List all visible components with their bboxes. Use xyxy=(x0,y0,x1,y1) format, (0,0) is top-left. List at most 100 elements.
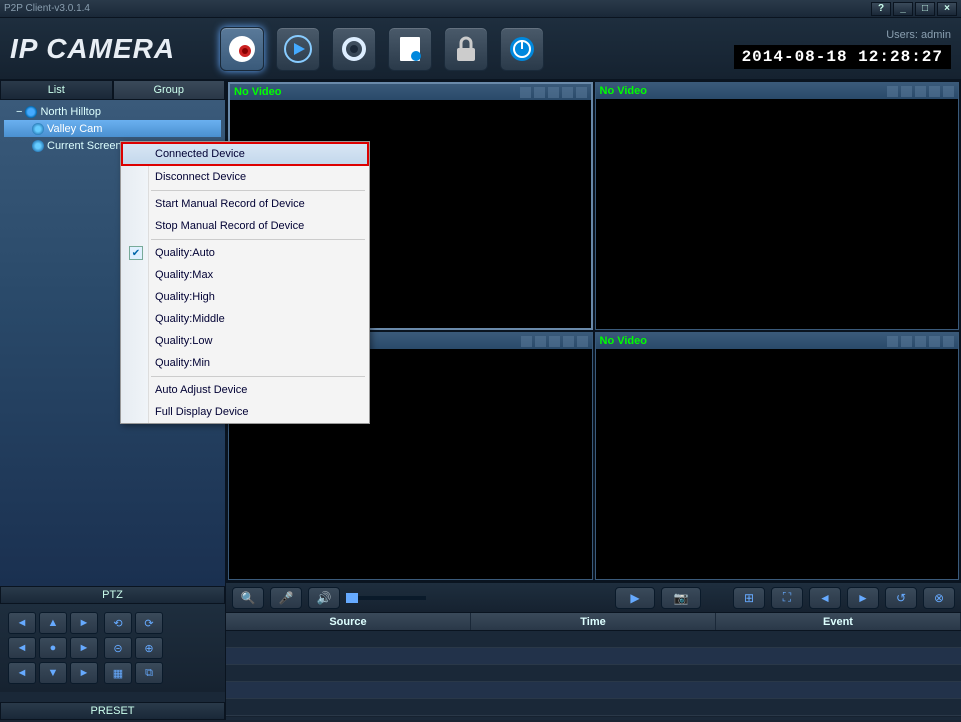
grid-layout-button[interactable]: ⊞ xyxy=(733,587,765,609)
minus-icon: − xyxy=(16,106,22,118)
ptz-down[interactable]: ▼ xyxy=(39,662,67,684)
globe-icon xyxy=(25,106,37,118)
ptz-left[interactable]: ◄ xyxy=(8,637,36,659)
log-button[interactable] xyxy=(388,27,432,71)
context-menu: Connected Device Disconnect Device Start… xyxy=(120,141,370,424)
document-icon xyxy=(396,34,424,64)
ptz-focus-far[interactable]: ⧉ xyxy=(135,662,163,684)
ptz-center[interactable]: ● xyxy=(39,637,67,659)
menu-quality-high[interactable]: Quality:High xyxy=(121,286,369,308)
eye-icon xyxy=(226,33,258,65)
prev-page-button[interactable]: ◄ xyxy=(809,587,841,609)
users-label: Users: admin xyxy=(734,29,951,41)
speaker-button[interactable]: 🔊 xyxy=(308,587,340,609)
ptz-zoom-out[interactable]: ⊝ xyxy=(104,637,132,659)
help-button[interactable]: ? xyxy=(871,2,891,16)
menu-separator xyxy=(151,376,365,377)
play-icon xyxy=(283,34,313,64)
ptz-rotate-cw[interactable]: ⟳ xyxy=(135,612,163,634)
ptz-down-right[interactable]: ► xyxy=(70,662,98,684)
tree-item-valley-cam[interactable]: Valley Cam xyxy=(4,120,221,137)
close-button[interactable]: × xyxy=(937,2,957,16)
menu-full-display[interactable]: Full Display Device xyxy=(121,401,369,423)
ptz-right[interactable]: ► xyxy=(70,637,98,659)
cell-snapshot-icon[interactable] xyxy=(915,336,926,347)
loop-button[interactable]: ↺ xyxy=(885,587,917,609)
menu-auto-adjust[interactable]: Auto Adjust Device xyxy=(121,379,369,401)
ptz-down-left[interactable]: ◄ xyxy=(8,662,36,684)
stop-all-button[interactable]: ⊗ xyxy=(923,587,955,609)
menu-quality-max[interactable]: Quality:Max xyxy=(121,264,369,286)
cell-close-icon[interactable] xyxy=(943,86,954,97)
cell-mic-icon[interactable] xyxy=(887,86,898,97)
cell-close-icon[interactable] xyxy=(577,336,588,347)
cell-close-icon[interactable] xyxy=(943,336,954,347)
maximize-button[interactable]: □ xyxy=(915,2,935,16)
menu-stop-record[interactable]: Stop Manual Record of Device xyxy=(121,215,369,237)
cell-speaker-icon[interactable] xyxy=(901,336,912,347)
ptz-zoom-in[interactable]: ⊕ xyxy=(135,637,163,659)
preset-section-label[interactable]: PRESET xyxy=(0,702,225,720)
ptz-focus-near[interactable]: ▦ xyxy=(104,662,132,684)
volume-slider[interactable] xyxy=(346,596,426,600)
next-page-button[interactable]: ► xyxy=(847,587,879,609)
cell-snapshot-icon[interactable] xyxy=(915,86,926,97)
cell-mic-icon[interactable] xyxy=(887,336,898,347)
column-time[interactable]: Time xyxy=(471,613,716,630)
snapshot-button[interactable]: 📷 xyxy=(661,587,701,609)
menu-quality-auto[interactable]: ✔ Quality:Auto xyxy=(121,242,369,264)
video-cell-2[interactable]: No Video xyxy=(595,82,960,330)
menu-quality-min[interactable]: Quality:Min xyxy=(121,352,369,374)
mic-button[interactable]: 🎤 xyxy=(270,587,302,609)
menu-separator xyxy=(151,190,365,191)
table-row xyxy=(226,682,961,699)
menu-separator xyxy=(151,239,365,240)
menu-quality-low[interactable]: Quality:Low xyxy=(121,330,369,352)
power-button[interactable] xyxy=(500,27,544,71)
column-source[interactable]: Source xyxy=(226,613,471,630)
bottom-toolbar: 🔍 🎤 🔊 ▶ 📷 ⊞ ⛶ ◄ ► ↺ ⊗ xyxy=(226,582,961,612)
camera-icon xyxy=(32,140,44,152)
cell-mic-icon[interactable] xyxy=(521,336,532,347)
menu-start-record[interactable]: Start Manual Record of Device xyxy=(121,193,369,215)
minimize-button[interactable]: _ xyxy=(893,2,913,16)
menu-disconnect-device[interactable]: Disconnect Device xyxy=(121,166,369,188)
app-logo: IP CAMERA xyxy=(10,33,175,65)
ptz-panel: ◄ ▲ ► ◄ ● ► ◄ ▼ ► ⟲ ⟳ ⊝ ⊕ ▦ ⧉ xyxy=(0,604,225,692)
cell-close-icon[interactable] xyxy=(576,87,587,98)
datetime-display: 2014-08-18 12:28:27 xyxy=(734,45,951,69)
camera-icon xyxy=(32,123,44,135)
video-cell-4[interactable]: No Video xyxy=(595,332,960,580)
cell-record-icon[interactable] xyxy=(562,87,573,98)
cell-record-icon[interactable] xyxy=(563,336,574,347)
main-toolbar xyxy=(220,27,544,71)
ptz-up-right[interactable]: ► xyxy=(70,612,98,634)
record-button[interactable]: ▶ xyxy=(615,587,655,609)
cell-snapshot-icon[interactable] xyxy=(549,336,560,347)
zoom-button[interactable]: 🔍 xyxy=(232,587,264,609)
live-view-button[interactable] xyxy=(220,27,264,71)
lock-button[interactable] xyxy=(444,27,488,71)
cell-speaker-icon[interactable] xyxy=(901,86,912,97)
cell-record-icon[interactable] xyxy=(929,86,940,97)
menu-connected-device[interactable]: Connected Device xyxy=(121,142,369,166)
cell-speaker-icon[interactable] xyxy=(535,336,546,347)
cell-snapshot-icon[interactable] xyxy=(548,87,559,98)
ptz-up-left[interactable]: ◄ xyxy=(8,612,36,634)
no-video-label: No Video xyxy=(234,86,281,98)
ptz-rotate-ccw[interactable]: ⟲ xyxy=(104,612,132,634)
fullscreen-button[interactable]: ⛶ xyxy=(771,587,803,609)
playback-button[interactable] xyxy=(276,27,320,71)
tree-root[interactable]: − North Hilltop xyxy=(4,103,221,120)
menu-quality-middle[interactable]: Quality:Middle xyxy=(121,308,369,330)
tab-group[interactable]: Group xyxy=(113,80,226,100)
tab-list[interactable]: List xyxy=(0,80,113,100)
cell-speaker-icon[interactable] xyxy=(534,87,545,98)
cell-mic-icon[interactable] xyxy=(520,87,531,98)
settings-button[interactable] xyxy=(332,27,376,71)
column-event[interactable]: Event xyxy=(716,613,961,630)
ptz-section-label: PTZ xyxy=(0,586,225,604)
header-right: Users: admin 2014-08-18 12:28:27 xyxy=(734,29,951,69)
ptz-up[interactable]: ▲ xyxy=(39,612,67,634)
cell-record-icon[interactable] xyxy=(929,336,940,347)
